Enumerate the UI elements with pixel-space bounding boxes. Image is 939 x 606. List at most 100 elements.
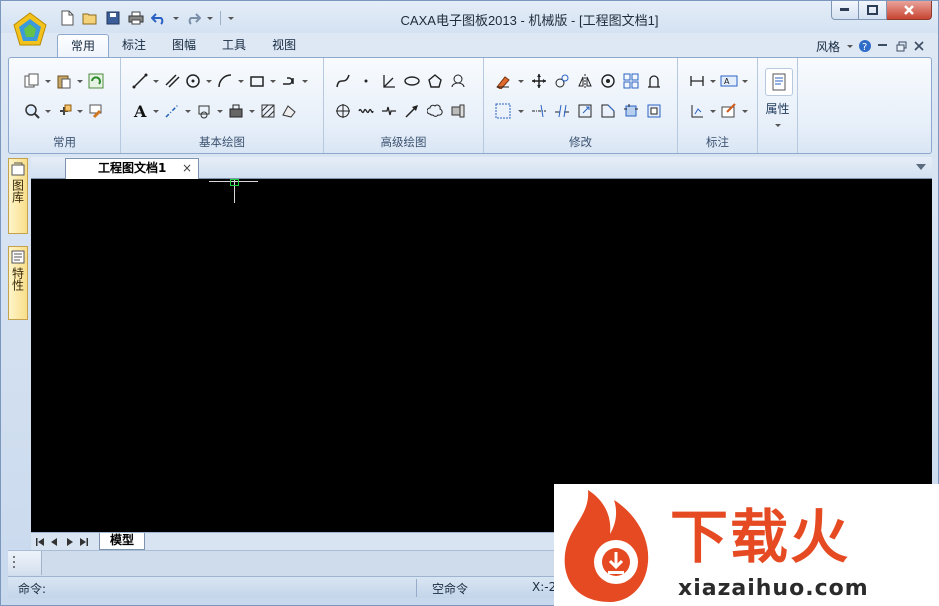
pan-dropdown-icon[interactable] — [76, 102, 84, 120]
rectangle-dropdown-icon[interactable] — [269, 72, 277, 90]
regenerate-icon[interactable] — [87, 72, 105, 90]
document-list-dropdown-icon[interactable] — [916, 164, 926, 170]
watermark-brand: 下载火 — [670, 503, 851, 571]
polygon-icon[interactable] — [426, 72, 444, 90]
annotation-dropdown-icon[interactable] — [741, 72, 749, 90]
paste-icon[interactable] — [55, 72, 73, 90]
style-menu[interactable]: 风格 — [816, 38, 840, 55]
section-icon[interactable] — [449, 72, 467, 90]
stretch-icon[interactable] — [576, 102, 594, 120]
drawing-canvas[interactable] — [31, 179, 932, 532]
fill-icon[interactable] — [280, 102, 298, 120]
circle-dropdown-icon[interactable] — [205, 72, 213, 90]
hatch-icon[interactable] — [259, 102, 277, 120]
angle-line-icon[interactable] — [380, 72, 398, 90]
mirror-icon[interactable] — [576, 72, 594, 90]
polyline-icon[interactable] — [280, 72, 298, 90]
point-icon[interactable] — [357, 72, 375, 90]
insert-dropdown-icon[interactable] — [248, 102, 256, 120]
fillet-icon[interactable] — [645, 72, 663, 90]
side-tab-properties[interactable]: 特性 — [8, 246, 28, 320]
first-layout-icon[interactable] — [35, 536, 45, 548]
text-annotation-icon[interactable]: A — [720, 72, 738, 90]
coordinate-dropdown-icon[interactable] — [709, 102, 717, 120]
trim-dropdown-icon[interactable] — [517, 102, 525, 120]
tab-sheet[interactable]: 图幅 — [159, 34, 209, 58]
cloud-line-icon[interactable] — [426, 102, 444, 120]
line-icon[interactable] — [131, 72, 149, 90]
move-icon[interactable] — [530, 72, 548, 90]
array-icon[interactable] — [622, 72, 640, 90]
zoom-icon[interactable] — [23, 102, 41, 120]
copy-format-icon[interactable] — [23, 72, 41, 90]
insert-image-icon[interactable] — [227, 102, 245, 120]
doc-close-icon[interactable] — [912, 39, 926, 53]
maximize-button[interactable] — [859, 1, 887, 20]
tab-view[interactable]: 视图 — [259, 34, 309, 58]
scale-icon[interactable] — [599, 72, 617, 90]
paste-dropdown-icon[interactable] — [76, 72, 84, 90]
offset-icon[interactable] — [645, 102, 663, 120]
line-dropdown-icon[interactable] — [152, 72, 160, 90]
trim-icon[interactable] — [494, 102, 512, 120]
block-icon[interactable] — [195, 102, 213, 120]
ellipse-icon[interactable] — [403, 72, 421, 90]
centerline-dropdown-icon[interactable] — [184, 102, 192, 120]
erase-icon[interactable] — [494, 72, 512, 90]
dimension-icon[interactable] — [688, 72, 706, 90]
text-dropdown-icon[interactable] — [152, 102, 160, 120]
doc-minimize-icon[interactable] — [876, 39, 890, 53]
side-tab-library[interactable]: 图库 — [8, 158, 28, 234]
layout-tab-model[interactable]: 模型 — [99, 533, 145, 550]
erase-dropdown-icon[interactable] — [517, 72, 525, 90]
minimize-button[interactable] — [831, 1, 859, 20]
leader-icon[interactable] — [720, 102, 738, 120]
chamfer-icon[interactable] — [599, 102, 617, 120]
parallel-line-icon[interactable] — [163, 72, 181, 90]
copy-dropdown-icon[interactable] — [44, 72, 52, 90]
rectangle-icon[interactable] — [248, 72, 266, 90]
zoom-dropdown-icon[interactable] — [44, 102, 52, 120]
properties-brush-icon[interactable] — [87, 102, 105, 120]
document-tab-close-icon[interactable]: × — [182, 159, 192, 178]
explode-icon[interactable] — [622, 102, 640, 120]
close-button[interactable] — [887, 1, 932, 20]
extend-icon[interactable] — [530, 102, 548, 120]
watermark-url: xiazaihuo.com — [678, 576, 869, 601]
spline-icon[interactable] — [334, 72, 352, 90]
app-menu-button[interactable] — [11, 11, 49, 47]
block-dropdown-icon[interactable] — [216, 102, 224, 120]
coordinate-dim-icon[interactable] — [688, 102, 706, 120]
circle-icon[interactable] — [184, 72, 202, 90]
tab-common[interactable]: 常用 — [57, 34, 110, 58]
prev-layout-icon[interactable] — [49, 536, 59, 548]
arrow-icon[interactable] — [403, 102, 421, 120]
style-dropdown-icon[interactable] — [846, 37, 854, 55]
leader-dropdown-icon[interactable] — [741, 102, 749, 120]
document-tab[interactable]: 工程图文档1 × — [65, 158, 199, 179]
pan-icon[interactable] — [55, 102, 73, 120]
centerline-icon[interactable] — [163, 102, 181, 120]
break-line-icon[interactable] — [380, 102, 398, 120]
last-layout-icon[interactable] — [79, 536, 89, 548]
doc-restore-icon[interactable] — [894, 39, 908, 53]
help-icon[interactable]: ? — [858, 39, 872, 53]
tab-tools[interactable]: 工具 — [209, 34, 259, 58]
properties-label[interactable]: 属性 — [758, 100, 797, 117]
dimension-dropdown-icon[interactable] — [709, 72, 717, 90]
group-modify: 修改 — [484, 58, 678, 153]
properties-dropdown-icon[interactable] — [774, 116, 782, 134]
break-icon[interactable] — [553, 102, 571, 120]
rotate-icon[interactable] — [553, 72, 571, 90]
hole-shaft-icon[interactable] — [449, 102, 467, 120]
command-window-grip[interactable] — [8, 551, 42, 575]
text-icon[interactable]: A — [131, 102, 149, 120]
next-layout-icon[interactable] — [65, 536, 75, 548]
center-mark-icon[interactable] — [334, 102, 352, 120]
properties-button[interactable] — [765, 68, 793, 96]
polyline-dropdown-icon[interactable] — [301, 72, 309, 90]
tab-annotate[interactable]: 标注 — [109, 34, 159, 58]
arc-dropdown-icon[interactable] — [237, 72, 245, 90]
arc-icon[interactable] — [216, 72, 234, 90]
wave-line-icon[interactable] — [357, 102, 375, 120]
